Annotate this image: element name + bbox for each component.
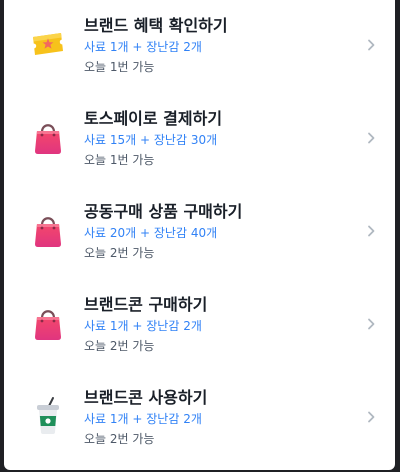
- mission-limit: 오늘 1번 가능: [84, 60, 155, 74]
- ticket-icon: [28, 24, 68, 64]
- chevron-right-icon: [364, 224, 378, 238]
- mission-reward: 사료 20개 + 장난감 40개: [84, 226, 218, 240]
- mission-item-brand-benefit[interactable]: 브랜드 혜택 확인하기 사료 1개 + 장난감 2개 오늘 1번 가능: [4, 0, 395, 93]
- shopping-bag-icon: [28, 210, 68, 250]
- mission-limit: 오늘 2번 가능: [84, 339, 155, 353]
- mission-reward: 사료 1개 + 장난감 2개: [84, 40, 202, 54]
- mission-item-toss-pay[interactable]: 토스페이로 결제하기 사료 15개 + 장난감 30개 오늘 1번 가능: [4, 93, 395, 186]
- chevron-right-icon: [364, 317, 378, 331]
- shopping-bag-icon: [28, 303, 68, 343]
- chevron-right-icon: [364, 38, 378, 52]
- chevron-right-icon: [364, 410, 378, 424]
- mission-reward: 사료 1개 + 장난감 2개: [84, 319, 202, 333]
- shopping-bag-icon: [28, 117, 68, 157]
- mission-title: 브랜드 혜택 확인하기: [84, 16, 228, 35]
- mission-item-brandcon-use[interactable]: 브랜드콘 사용하기 사료 1개 + 장난감 2개 오늘 2번 가능: [4, 372, 395, 465]
- mission-title: 브랜드콘 사용하기: [84, 388, 208, 407]
- mission-title: 브랜드콘 구매하기: [84, 295, 208, 314]
- mission-reward: 사료 15개 + 장난감 30개: [84, 133, 218, 147]
- mission-title: 공동구매 상품 구매하기: [84, 202, 243, 221]
- mission-item-brandcon-purchase[interactable]: 브랜드콘 구매하기 사료 1개 + 장난감 2개 오늘 2번 가능: [4, 279, 395, 372]
- mission-list: 브랜드 혜택 확인하기 사료 1개 + 장난감 2개 오늘 1번 가능 토스페이…: [4, 0, 395, 470]
- drink-cup-icon: [28, 396, 68, 436]
- mission-title: 토스페이로 결제하기: [84, 109, 223, 128]
- mission-limit: 오늘 2번 가능: [84, 432, 155, 446]
- mission-limit: 오늘 1번 가능: [84, 153, 155, 167]
- chevron-right-icon: [364, 131, 378, 145]
- mission-limit: 오늘 2번 가능: [84, 246, 155, 260]
- mission-item-group-buy[interactable]: 공동구매 상품 구매하기 사료 20개 + 장난감 40개 오늘 2번 가능: [4, 186, 395, 279]
- mission-reward: 사료 1개 + 장난감 2개: [84, 412, 202, 426]
